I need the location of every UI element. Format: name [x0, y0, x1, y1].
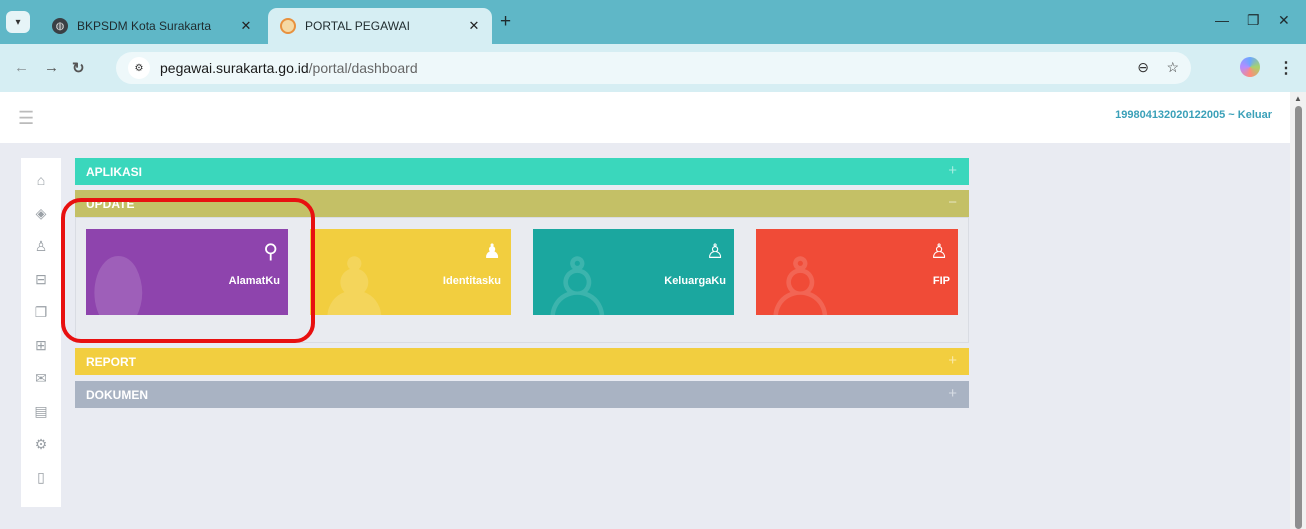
url-host: pegawai.surakarta.go.id	[160, 60, 309, 76]
minimize-icon[interactable]: —	[1215, 12, 1229, 28]
collapse-minus-icon[interactable]: −	[948, 194, 957, 211]
tile-keluargaku[interactable]: ♙ ♙ KeluargaKu	[533, 229, 734, 315]
scroll-up-arrow-icon[interactable]: ▲	[1294, 94, 1302, 103]
user-plus-icon: ♙	[760, 242, 841, 315]
forward-arrow-icon[interactable]: →	[44, 59, 59, 76]
url-path: /portal/dashboard	[308, 60, 418, 76]
bookmark-star-icon[interactable]: ☆	[1166, 59, 1179, 76]
expand-plus-icon[interactable]: +	[948, 162, 957, 179]
mail-icon[interactable]: ✉	[21, 370, 61, 387]
door-icon[interactable]: ▯	[21, 469, 61, 486]
user-plus-icon: ♙	[930, 241, 948, 263]
globe-icon: ◍	[52, 18, 68, 34]
extension-icon[interactable]	[1240, 57, 1260, 77]
sidebar: ⌂ ◈ ♙ ⊟ ❐ ⊞ ✉ ▤ ⚙ ▯	[21, 158, 61, 507]
page-scrollbar[interactable]: ▲	[1290, 92, 1306, 529]
user-logout-link[interactable]: 199804132020122005 ~ Keluar	[1115, 109, 1272, 121]
address-bar[interactable]: ⚙ pegawai.surakarta.go.id/portal/dashboa…	[116, 52, 1191, 84]
window-close-icon[interactable]: ✕	[1278, 12, 1290, 29]
back-arrow-icon[interactable]: ←	[14, 59, 29, 76]
grid-icon[interactable]: ⊞	[21, 337, 61, 354]
users-icon: ♙	[537, 242, 618, 315]
person-icon: ♟	[314, 242, 395, 315]
tile-label: KeluargaKu	[664, 275, 726, 287]
book-icon[interactable]: ▤	[21, 403, 61, 420]
user-icon[interactable]: ♙	[21, 238, 61, 255]
hamburger-menu-icon[interactable]: ☰	[18, 108, 34, 129]
browser-toolbar: ← → ↻ ⚙ pegawai.surakarta.go.id/portal/d…	[0, 44, 1306, 92]
panel-dokumen[interactable]: DOKUMEN +	[75, 381, 969, 408]
person-icon: ♟	[483, 241, 501, 263]
browser-tab-portal[interactable]: PORTAL PEGAWAI ✕	[268, 8, 492, 44]
layers-icon[interactable]: ◈	[21, 205, 61, 222]
tab-search-button[interactable]: ▾	[6, 11, 30, 33]
briefcase-icon[interactable]: ⊟	[21, 271, 61, 288]
panel-title: DOKUMEN	[86, 388, 148, 402]
close-icon[interactable]: ✕	[462, 18, 486, 34]
browser-tab-bar: ▾ ◍ BKPSDM Kota Surakarta ✕ PORTAL PEGAW…	[0, 0, 1306, 44]
tile-fip[interactable]: ♙ ♙ FIP	[756, 229, 958, 315]
site-favicon-icon	[280, 18, 296, 34]
highlight-annotation	[61, 198, 315, 343]
scrollbar-thumb[interactable]	[1295, 106, 1302, 529]
expand-plus-icon[interactable]: +	[948, 352, 957, 369]
tile-label: FIP	[932, 275, 950, 287]
close-icon[interactable]: ✕	[234, 18, 258, 34]
settings-icon[interactable]: ⚙	[21, 436, 61, 453]
browser-tab-bkpsdm[interactable]: ◍ BKPSDM Kota Surakarta ✕	[40, 8, 264, 44]
panel-report[interactable]: REPORT +	[75, 348, 969, 375]
new-tab-plus-icon[interactable]: +	[500, 12, 511, 31]
reload-icon[interactable]: ↻	[72, 59, 85, 77]
expand-plus-icon[interactable]: +	[948, 385, 957, 402]
copy-icon[interactable]: ❐	[21, 304, 61, 321]
tile-label: Identitasku	[442, 275, 501, 287]
site-info-icon[interactable]: ⚙	[128, 57, 150, 79]
users-icon: ♙	[706, 241, 724, 263]
panel-title: REPORT	[86, 355, 137, 369]
browser-menu-icon[interactable]: ⋮	[1278, 58, 1294, 78]
chevron-down-icon: ▾	[15, 16, 21, 28]
restore-icon[interactable]: ❐	[1247, 12, 1260, 29]
tile-identitasku[interactable]: ♟ ♟ Identitasku	[310, 229, 511, 315]
page-header: ☰ 199804132020122005 ~ Keluar	[0, 92, 1290, 143]
tab-title: BKPSDM Kota Surakarta	[77, 19, 212, 33]
panel-title: APLIKASI	[86, 165, 143, 179]
tab-title: PORTAL PEGAWAI	[305, 19, 410, 33]
zoom-icon[interactable]: ⊖	[1137, 59, 1149, 76]
home-icon[interactable]: ⌂	[21, 172, 61, 188]
panel-aplikasi[interactable]: APLIKASI +	[75, 158, 969, 185]
